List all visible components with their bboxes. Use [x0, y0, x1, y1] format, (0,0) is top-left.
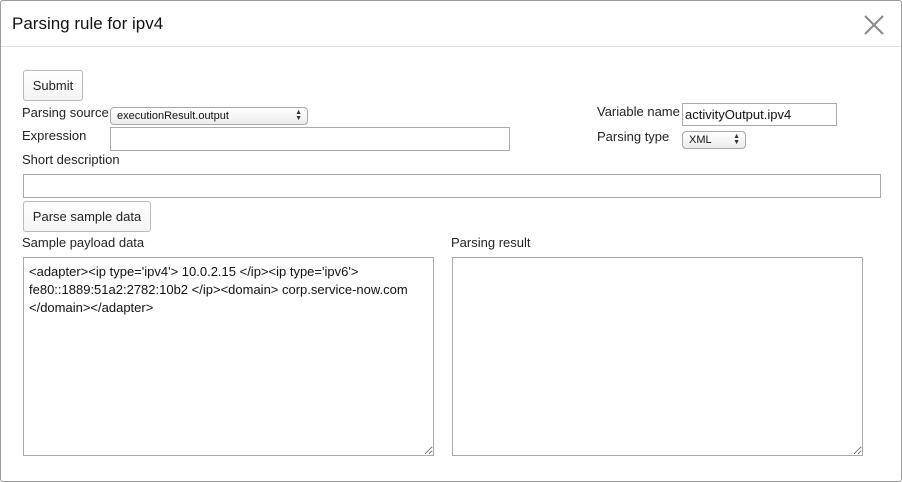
- dialog-header: Parsing rule for ipv4: [1, 1, 901, 47]
- parsing-result-textarea[interactable]: [452, 257, 863, 456]
- select-arrows-icon: ▲ ▼: [733, 133, 740, 146]
- parse-sample-data-button[interactable]: Parse sample data: [23, 201, 151, 232]
- parsing-type-select[interactable]: XML ▲ ▼: [682, 131, 746, 149]
- short-description-input[interactable]: [23, 174, 881, 198]
- variable-name-label: Variable name: [597, 104, 680, 119]
- parsing-result-label: Parsing result: [451, 235, 531, 250]
- parsing-source-label: Parsing source: [22, 105, 109, 120]
- parsing-type-label: Parsing type: [597, 129, 670, 144]
- expression-input[interactable]: [110, 127, 510, 151]
- dialog-title: Parsing rule for ipv4: [12, 14, 164, 33]
- short-description-label: Short description: [22, 152, 120, 167]
- parsing-rule-dialog: Parsing rule for ipv4 Submit Parsing sou…: [0, 0, 902, 482]
- sample-payload-textarea[interactable]: [23, 257, 434, 456]
- select-arrows-icon: ▲ ▼: [295, 109, 302, 122]
- expression-label: Expression: [22, 128, 87, 143]
- parsing-source-value: executionResult.output: [117, 110, 229, 122]
- parsing-source-select[interactable]: executionResult.output ▲ ▼: [110, 107, 308, 125]
- variable-name-input[interactable]: [682, 103, 837, 126]
- parsing-type-value: XML: [689, 134, 712, 146]
- close-icon[interactable]: [863, 14, 885, 36]
- sample-payload-label: Sample payload data: [22, 235, 145, 250]
- submit-button[interactable]: Submit: [23, 70, 83, 101]
